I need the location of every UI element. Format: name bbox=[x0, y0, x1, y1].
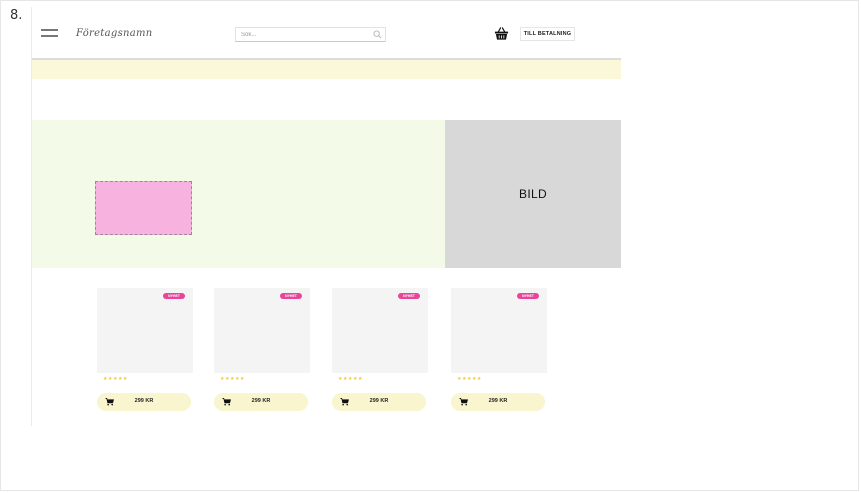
price-label: 299 KR bbox=[488, 398, 508, 404]
price-label: 299 KR bbox=[134, 398, 154, 404]
new-badge: NYHET bbox=[280, 293, 302, 299]
price-label: 299 KR bbox=[369, 398, 389, 404]
star-rating: ★★★★★ bbox=[457, 376, 482, 382]
search-bar[interactable] bbox=[235, 27, 386, 42]
product-image[interactable]: NYHET bbox=[451, 288, 547, 373]
new-badge: NYHET bbox=[398, 293, 420, 299]
product-image[interactable]: NYHET bbox=[97, 288, 193, 373]
search-input[interactable] bbox=[236, 28, 371, 41]
product-card[interactable]: NYHET ★★★★★ 299 KR bbox=[214, 288, 310, 413]
new-badge: NYHET bbox=[163, 293, 185, 299]
checkout-button[interactable]: TILL BETALNING bbox=[520, 27, 575, 41]
add-to-cart-button[interactable]: 299 KR bbox=[214, 393, 308, 411]
product-card[interactable]: NYHET ★★★★★ 299 KR bbox=[332, 288, 428, 413]
price-label: 299 KR bbox=[251, 398, 271, 404]
basket-icon[interactable] bbox=[494, 26, 509, 41]
hero-image-label: BILD bbox=[519, 187, 547, 201]
hero-text-area bbox=[32, 120, 445, 268]
search-icon[interactable] bbox=[373, 30, 382, 39]
brand-logo[interactable]: Företagsnamn bbox=[76, 28, 153, 39]
star-rating: ★★★★★ bbox=[338, 376, 363, 382]
add-to-cart-button[interactable]: 299 KR bbox=[332, 393, 426, 411]
add-to-cart-button[interactable]: 299 KR bbox=[97, 393, 191, 411]
announcement-bar bbox=[32, 60, 621, 79]
menu-icon[interactable] bbox=[41, 29, 58, 38]
product-image[interactable]: NYHET bbox=[332, 288, 428, 373]
product-card[interactable]: NYHET ★★★★★ 299 KR bbox=[451, 288, 547, 413]
new-badge: NYHET bbox=[517, 293, 539, 299]
hero-image-placeholder: BILD bbox=[445, 120, 621, 268]
product-card[interactable]: NYHET ★★★★★ 299 KR bbox=[97, 288, 193, 413]
step-number: 8. bbox=[10, 8, 23, 23]
hero-content-placeholder bbox=[95, 181, 192, 235]
star-rating: ★★★★★ bbox=[103, 376, 128, 382]
product-image[interactable]: NYHET bbox=[214, 288, 310, 373]
add-to-cart-button[interactable]: 299 KR bbox=[451, 393, 545, 411]
hero-section: BILD bbox=[32, 120, 621, 268]
site-header: Företagsnamn TILL BETALNING bbox=[32, 7, 621, 60]
star-rating: ★★★★★ bbox=[220, 376, 245, 382]
wireframe-page: Företagsnamn TILL BETALNING BILD bbox=[31, 7, 621, 426]
